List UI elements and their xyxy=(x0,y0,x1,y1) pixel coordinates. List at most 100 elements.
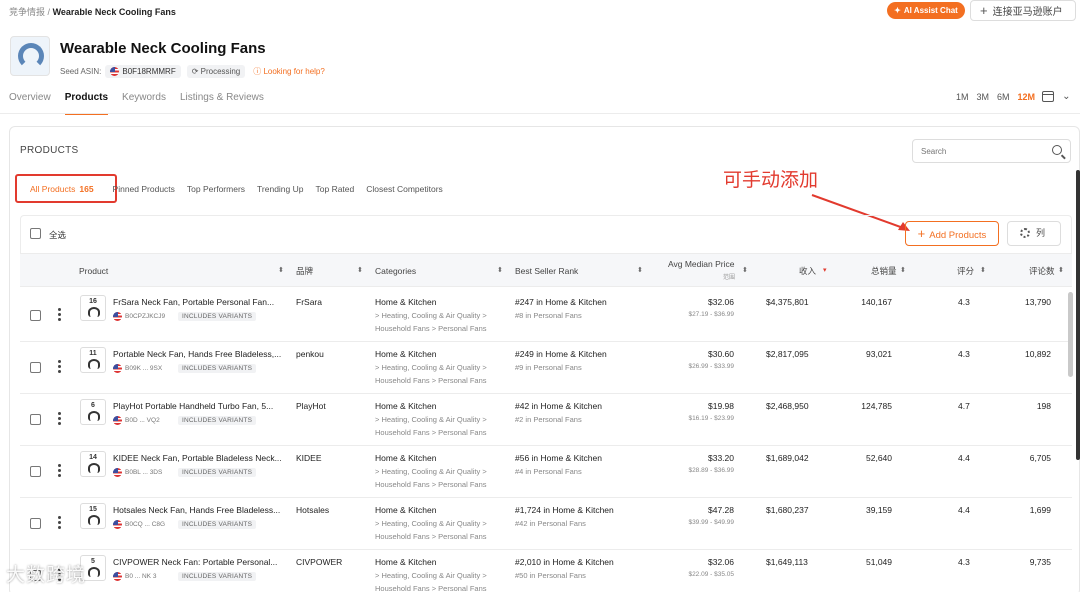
product-thumbnail[interactable]: 16 xyxy=(80,295,106,321)
table-row[interactable]: 5 CIVPOWER Neck Fan: Portable Personal...… xyxy=(20,550,1072,592)
col-total-sales[interactable]: 总销量 xyxy=(871,254,897,288)
table-header: Product ⬍ 品牌 ⬍ Categories ⬍ Best Seller … xyxy=(20,253,1072,287)
columns-button[interactable]: 列 xyxy=(1007,221,1061,246)
table-scrollbar[interactable] xyxy=(1068,292,1073,377)
product-asin[interactable]: B0D ... VQ2 xyxy=(113,416,160,425)
avg-price: $19.98 xyxy=(708,401,734,411)
product-thumbnail[interactable]: 15 xyxy=(80,503,106,529)
subtab-top-rated[interactable]: Top Rated xyxy=(310,184,361,194)
product-title[interactable]: FrSara Neck Fan, Portable Personal Fan..… xyxy=(113,297,274,307)
tab-listings-reviews[interactable]: Listings & Reviews xyxy=(180,92,264,115)
row-menu-icon[interactable] xyxy=(58,516,61,531)
subtab-top-performers[interactable]: Top Performers xyxy=(181,184,251,194)
product-asin[interactable]: B0CQ ... C8G xyxy=(113,520,165,529)
connect-amazon-account-button[interactable]: + 连接亚马逊账户 xyxy=(970,0,1076,21)
row-checkbox[interactable] xyxy=(30,362,41,373)
us-flag-icon xyxy=(113,364,122,373)
row-menu-icon[interactable] xyxy=(58,464,61,479)
seed-asin-chip[interactable]: B0F18RMMRF xyxy=(105,64,181,78)
row-menu-icon[interactable] xyxy=(58,412,61,427)
table-row[interactable]: 16 FrSara Neck Fan, Portable Personal Fan… xyxy=(20,290,1072,342)
chevron-down-icon[interactable]: ⌄ xyxy=(1058,88,1074,105)
range-6m[interactable]: 6M xyxy=(993,89,1014,105)
asin-value: B0D ... VQ2 xyxy=(125,417,160,424)
tab-keywords[interactable]: Keywords xyxy=(122,92,166,115)
table-row[interactable]: 15 Hotsales Neck Fan, Hands Free Bladeles… xyxy=(20,498,1072,550)
subtab-all-products[interactable]: All Products 165 xyxy=(18,184,103,194)
col-brand[interactable]: 品牌 xyxy=(296,254,313,288)
avg-price: $47.28 xyxy=(708,505,734,515)
add-products-button[interactable]: + Add Products xyxy=(905,221,999,246)
category-path: > Heating, Cooling & Air Quality > xyxy=(375,519,487,528)
row-checkbox[interactable] xyxy=(30,310,41,321)
subtab-trending-up[interactable]: Trending Up xyxy=(251,184,309,194)
category-leaf: Household Fans > Personal Fans xyxy=(375,428,487,437)
bsr-sub: #42 in Personal Fans xyxy=(515,519,586,528)
search-input[interactable] xyxy=(913,140,1043,162)
ai-assist-chat-button[interactable]: ✦ AI Assist Chat xyxy=(887,2,965,19)
tab-products[interactable]: Products xyxy=(64,92,109,115)
sort-icon[interactable]: ⬍ xyxy=(637,254,643,288)
sort-icon[interactable]: ⬍ xyxy=(1058,254,1064,288)
header-divider xyxy=(0,113,1080,114)
product-asin[interactable]: B0CPZJKCJ9 xyxy=(113,312,165,321)
category-main: Home & Kitchen xyxy=(375,297,437,307)
product-thumbnail[interactable]: 14 xyxy=(80,451,106,477)
row-checkbox[interactable] xyxy=(30,414,41,425)
row-menu-icon[interactable] xyxy=(58,308,61,323)
product-title[interactable]: CIVPOWER Neck Fan: Portable Personal... xyxy=(113,557,277,567)
help-link[interactable]: ⓘ Looking for help? xyxy=(253,66,325,77)
col-rating[interactable]: 评分 xyxy=(957,254,974,288)
col-best-seller-rank[interactable]: Best Seller Rank xyxy=(515,254,578,288)
calendar-icon[interactable] xyxy=(1042,91,1055,102)
neck-fan-image xyxy=(88,463,100,473)
page-scrollbar[interactable] xyxy=(1076,170,1080,460)
sort-icon[interactable]: ⬍ xyxy=(278,254,284,288)
subtab-pinned-products[interactable]: Pinned Products xyxy=(107,184,181,194)
col-reviews[interactable]: 评论数 xyxy=(1029,254,1055,288)
table-row[interactable]: 14 KIDEE Neck Fan, Portable Bladeless Nec… xyxy=(20,446,1072,498)
range-1m[interactable]: 1M xyxy=(952,89,973,105)
product-title[interactable]: Portable Neck Fan, Hands Free Bladeless,… xyxy=(113,349,281,359)
sort-icon[interactable]: ⬍ xyxy=(742,254,748,288)
revenue: $2,468,950 xyxy=(766,401,809,411)
product-thumbnail[interactable]: 6 xyxy=(80,399,106,425)
review-count: 6,705 xyxy=(1029,453,1051,463)
product-asin[interactable]: B09K ... 9SX xyxy=(113,364,162,373)
sort-icon[interactable]: ⬍ xyxy=(980,254,986,288)
sort-icon[interactable]: ⬍ xyxy=(357,254,363,288)
variant-count: 6 xyxy=(91,402,95,409)
bsr-main: #1,724 in Home & Kitchen xyxy=(515,505,614,515)
col-price-range-label: 范围 xyxy=(723,275,736,281)
col-avg-median-price[interactable]: Avg Median Price xyxy=(668,254,734,288)
col-revenue[interactable]: 收入 xyxy=(799,254,816,288)
row-menu-icon[interactable] xyxy=(58,360,61,375)
subtab-closest-competitors[interactable]: Closest Competitors xyxy=(360,184,449,194)
table-row[interactable]: 6 PlayHot Portable Handheld Turbo Fan, 5.… xyxy=(20,394,1072,446)
range-3m[interactable]: 3M xyxy=(973,89,994,105)
product-asin[interactable]: B0 ... NK 3 xyxy=(113,572,156,581)
col-categories[interactable]: Categories xyxy=(375,254,416,288)
brand: penkou xyxy=(296,349,324,359)
breadcrumb-parent[interactable]: 竞争情报 xyxy=(9,7,45,17)
status-label: Processing xyxy=(200,66,241,76)
product-title[interactable]: KIDEE Neck Fan, Portable Bladeless Neck.… xyxy=(113,453,282,463)
sort-icon[interactable]: ⬍ xyxy=(497,254,503,288)
table-row[interactable]: 11 Portable Neck Fan, Hands Free Bladeles… xyxy=(20,342,1072,394)
tab-overview[interactable]: Overview xyxy=(9,92,51,115)
row-checkbox[interactable] xyxy=(30,466,41,477)
product-title[interactable]: PlayHot Portable Handheld Turbo Fan, 5..… xyxy=(113,401,273,411)
range-12m[interactable]: 12M xyxy=(1014,89,1040,105)
col-product[interactable]: Product xyxy=(79,254,108,288)
sort-icon[interactable]: ⬍ xyxy=(900,254,906,288)
brand: KIDEE xyxy=(296,453,322,463)
sort-desc-icon[interactable]: ▾ xyxy=(823,254,827,288)
search-icon[interactable] xyxy=(1052,145,1062,155)
product-asin[interactable]: B0BL ... 3DS xyxy=(113,468,162,477)
product-thumbnail[interactable]: 11 xyxy=(80,347,106,373)
product-title[interactable]: Hotsales Neck Fan, Hands Free Bladeless.… xyxy=(113,505,280,515)
review-count: 10,892 xyxy=(1025,349,1051,359)
row-checkbox[interactable] xyxy=(30,518,41,529)
us-flag-icon xyxy=(113,312,122,321)
select-all-checkbox[interactable] xyxy=(30,228,41,239)
